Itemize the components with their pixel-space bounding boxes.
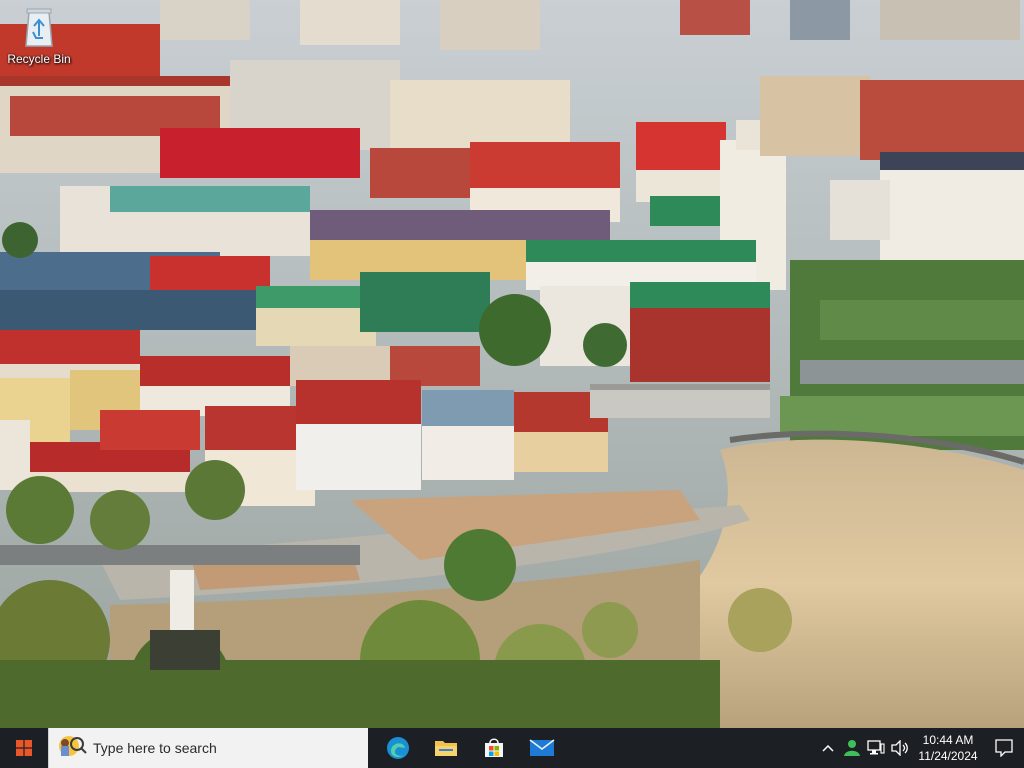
- chevron-up-icon: [822, 744, 834, 752]
- show-hidden-icons-button[interactable]: [816, 728, 840, 768]
- pinned-apps: [374, 728, 566, 768]
- wallpaper-city-river: [0, 0, 1024, 728]
- clock-date: 11/24/2024: [918, 749, 978, 763]
- search-icon: [59, 736, 87, 756]
- action-center-button[interactable]: [984, 728, 1024, 768]
- taskbar-clock[interactable]: 10:44 AM 11/24/2024: [912, 728, 984, 768]
- edge-icon: [387, 737, 409, 759]
- search-placeholder: Type here to search: [93, 740, 217, 756]
- mail-icon: [529, 739, 555, 756]
- store-icon: [485, 738, 503, 757]
- taskbar: Type here to search 10:44 AM 11/24/2024: [0, 728, 1024, 768]
- volume-icon: [891, 740, 908, 756]
- windows-logo-icon: [16, 740, 32, 756]
- notification-icon: [995, 739, 1013, 757]
- taskbar-file-explorer-button[interactable]: [422, 728, 470, 768]
- search-box[interactable]: Type here to search: [48, 728, 368, 768]
- desktop-icon-recycle-bin[interactable]: Recycle Bin: [4, 6, 74, 76]
- taskbar-edge-button[interactable]: [374, 728, 422, 768]
- network-icon: [867, 740, 885, 755]
- start-button[interactable]: [0, 728, 48, 768]
- clock-time: 10:44 AM: [922, 733, 974, 747]
- desktop-icon-label: Recycle Bin: [7, 52, 71, 66]
- folder-icon: [435, 741, 457, 756]
- taskbar-store-button[interactable]: [470, 728, 518, 768]
- tray-network-button[interactable]: [864, 728, 888, 768]
- recycle-bin-icon: [25, 8, 53, 47]
- person-icon: [844, 740, 860, 756]
- taskbar-mail-button[interactable]: [518, 728, 566, 768]
- tray-people-button[interactable]: [840, 728, 864, 768]
- system-tray: 10:44 AM 11/24/2024: [816, 728, 1024, 768]
- tray-volume-button[interactable]: [888, 728, 912, 768]
- desktop: Recycle Bin: [0, 0, 1024, 728]
